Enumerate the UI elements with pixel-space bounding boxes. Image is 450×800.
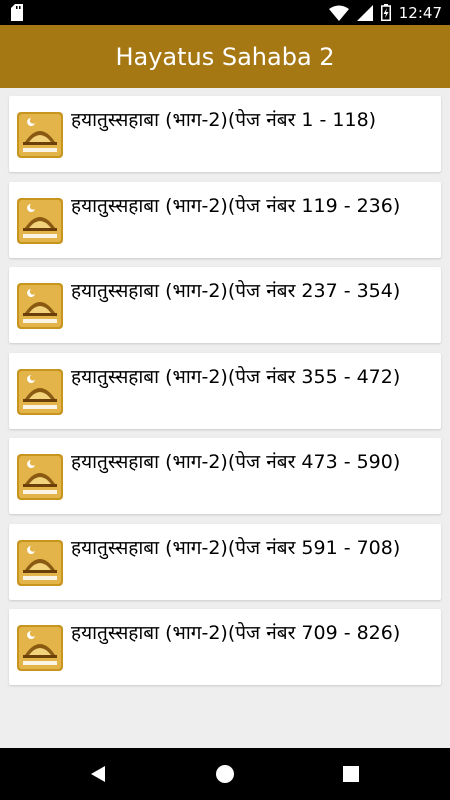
status-icons: 12:47 — [328, 0, 442, 25]
list-item[interactable]: हयातुस्सहाबा (भाग-2)(पेज नंबर 237 - 354) — [9, 267, 441, 343]
list-item[interactable]: हयातुस्सहाबा (भाग-2)(पेज नंबर 591 - 708) — [9, 523, 441, 600]
list-item-title: हयातुस्सहाबा (भाग-2)(पेज नंबर 709 - 826) — [71, 622, 401, 644]
list-item[interactable]: हयातुस्सहाबा (भाग-2)(पेज नंबर 473 - 590) — [9, 438, 441, 514]
status-bar: 12:47 — [0, 0, 450, 25]
list-item[interactable]: हयातुस्सहाबा (भाग-2)(पेज नंबर 709 - 826) — [9, 609, 441, 685]
list-item-title: हयातुस्सहाबा (भाग-2)(पेज नंबर 237 - 354) — [71, 280, 401, 302]
book-cover-icon — [17, 454, 63, 500]
wifi-icon — [328, 5, 349, 21]
book-cover-icon — [17, 197, 63, 244]
list-item[interactable]: हयातुस्सहाबा (भाग-2)(पेज नंबर 119 - 236) — [9, 181, 441, 258]
list-item-title: हयातुस्सहाबा (भाग-2)(पेज नंबर 1 - 118) — [71, 109, 377, 131]
book-cover-icon — [17, 539, 63, 586]
home-button[interactable] — [195, 748, 255, 800]
home-icon — [216, 765, 234, 783]
status-time: 12:47 — [398, 3, 442, 22]
list-item[interactable]: हयातुस्सहाबा (भाग-2)(पेज नंबर 355 - 472) — [9, 352, 441, 429]
book-cover-icon — [17, 625, 63, 671]
book-cover-icon — [17, 283, 63, 329]
list-item[interactable]: हयातुस्सहाबा (भाग-2)(पेज नंबर 1 - 118) — [9, 96, 441, 172]
book-cover-icon — [17, 112, 63, 158]
battery-charging-icon — [380, 4, 391, 21]
chapter-list: हयातुस्सहाबा (भाग-2)(पेज नंबर 1 - 118) ह… — [9, 96, 441, 695]
sd-card-icon — [11, 4, 23, 21]
navigation-bar — [0, 748, 450, 800]
app-bar: Hayatus Sahaba 2 — [0, 25, 450, 88]
list-item-title: हयातुस्सहाबा (भाग-2)(पेज नंबर 591 - 708) — [71, 536, 401, 559]
signal-icon — [356, 4, 373, 21]
back-button[interactable] — [68, 748, 128, 800]
recents-button[interactable] — [321, 748, 381, 800]
back-icon — [91, 766, 105, 782]
app-title: Hayatus Sahaba 2 — [115, 42, 335, 71]
recents-icon — [343, 766, 359, 782]
list-item-title: हयातुस्सहाबा (भाग-2)(पेज नंबर 119 - 236) — [71, 194, 401, 217]
list-item-title: हयातुस्सहाबा (भाग-2)(पेज नंबर 473 - 590) — [71, 451, 401, 473]
list-item-title: हयातुस्सहाबा (भाग-2)(पेज नंबर 355 - 472) — [71, 365, 401, 388]
book-cover-icon — [17, 368, 63, 415]
